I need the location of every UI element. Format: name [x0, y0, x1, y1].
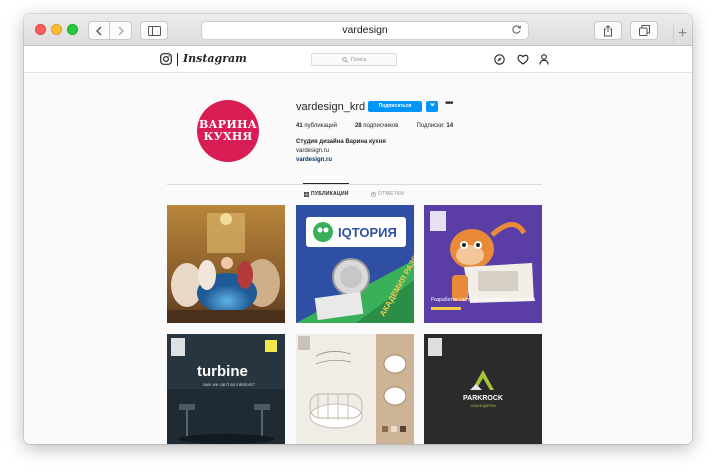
sidebar-icon — [147, 25, 161, 36]
post-thumbnail-3[interactable]: Разработка сайта для российского агентст… — [424, 205, 542, 323]
profile-avatar[interactable]: ВАРИНА КУХНЯ — [197, 100, 259, 162]
back-button[interactable] — [88, 21, 110, 40]
address-text: vardesign — [342, 24, 388, 36]
following-label: Подписки: — [416, 123, 445, 129]
tabs-overview-icon — [638, 25, 650, 36]
profile-username: vardesign_krd — [296, 101, 366, 113]
following-stat[interactable]: Подписки: 14 — [416, 123, 453, 129]
grid-icon — [304, 191, 309, 197]
search-placeholder: Поиск — [350, 56, 367, 63]
tab-posts-label: ПУБЛИКАЦИИ — [311, 191, 349, 197]
minimize-window-button[interactable] — [51, 24, 62, 35]
forward-button[interactable] — [110, 21, 132, 40]
post3-caption: Разработка сайта для российского агентст… — [431, 296, 536, 303]
iqtoria-title: IQТОРИЯ — [338, 225, 397, 240]
new-tab-button[interactable]: + — [673, 25, 691, 43]
bio-text: vardesign.ru — [296, 148, 330, 154]
tab-posts[interactable]: ПУБЛИКАЦИИ — [304, 191, 349, 197]
following-count: 14 — [446, 123, 454, 129]
follow-button[interactable]: Подписаться — [368, 101, 422, 112]
post-thumbnail-2[interactable]: IQТОРИЯ АКАДЕМИЯ РАЗВИТИЯ — [296, 205, 414, 323]
heart-icon[interactable] — [517, 54, 529, 65]
caret-down-icon — [429, 103, 435, 107]
followers-label: подписчиков — [363, 123, 399, 129]
turbine-brand-image: turbine own we can't an interiors? — [167, 334, 285, 444]
monkey-mascot-image: Разработка сайта для российского агентст… — [424, 205, 542, 323]
instagram-header: Instagram Поиск — [24, 46, 692, 73]
more-options-icon[interactable]: ••• — [445, 98, 453, 109]
browser-titlebar: vardesign + — [24, 14, 692, 46]
instagram-wordmark[interactable]: Instagram — [183, 52, 247, 65]
tagged-person-icon — [371, 191, 376, 197]
posts-label: публикаций — [304, 123, 337, 129]
header-divider — [177, 53, 178, 66]
chevron-right-icon — [118, 26, 124, 35]
sidebar-toggle-button[interactable] — [140, 21, 168, 40]
ballroom-painting-image — [167, 205, 285, 323]
address-bar[interactable]: vardesign — [201, 21, 529, 40]
posts-count: 41 — [296, 123, 303, 129]
avatar-text-line2: КУХНЯ — [203, 130, 253, 143]
reload-icon[interactable] — [511, 24, 522, 35]
post-thumbnail-6[interactable]: PARKROCK СКАЛОДРОМ — [424, 334, 542, 444]
tabs-divider — [167, 184, 542, 185]
posts-stat[interactable]: 41 публикаций — [296, 123, 337, 129]
parkrock-subtitle: СКАЛОДРОМ — [470, 403, 495, 408]
parkrock-brand-image: PARKROCK СКАЛОДРОМ — [424, 334, 542, 444]
turbine-title: turbine — [197, 363, 248, 380]
post-thumbnail-1[interactable] — [167, 205, 285, 323]
profile-person-icon[interactable] — [539, 54, 549, 65]
explore-compass-icon[interactable] — [494, 54, 505, 65]
bio-name: Студия дизайна Варина кухня — [296, 139, 386, 145]
post-thumbnail-5[interactable] — [296, 334, 414, 444]
profile-stats: 41 публикаций 28 подписчиков Подписки: 1… — [296, 123, 471, 129]
post-thumbnail-4[interactable]: turbine own we can't an interiors? — [167, 334, 285, 444]
maximize-window-button[interactable] — [67, 24, 78, 35]
iqtoria-brand-image: IQТОРИЯ АКАДЕМИЯ РАЗВИТИЯ — [296, 205, 414, 323]
share-button[interactable] — [594, 21, 622, 40]
chevron-left-icon — [96, 26, 102, 35]
active-tab-indicator — [303, 183, 349, 184]
show-tabs-button[interactable] — [630, 21, 658, 40]
search-input[interactable]: Поиск — [311, 53, 397, 66]
followers-stat[interactable]: 28 подписчиков — [355, 123, 399, 129]
parkrock-title: PARKROCK — [463, 395, 503, 402]
follow-dropdown-button[interactable] — [426, 101, 438, 112]
followers-count: 28 — [354, 123, 362, 129]
instagram-camera-icon[interactable] — [160, 53, 172, 65]
bio-website-link[interactable]: vardesign.ru — [296, 157, 332, 163]
tab-tagged-label: ОТМЕТКИ — [378, 191, 405, 197]
share-icon — [604, 24, 612, 36]
search-icon — [342, 56, 348, 63]
close-window-button[interactable] — [35, 24, 46, 35]
baby-crib-catalog-image — [296, 334, 414, 444]
browser-window: vardesign + Instagram Поиск ВАРИНА КУХНЯ… — [24, 14, 692, 444]
turbine-subtitle: own we can't an interiors? — [203, 382, 255, 387]
tab-tagged[interactable]: ОТМЕТКИ — [371, 191, 404, 197]
